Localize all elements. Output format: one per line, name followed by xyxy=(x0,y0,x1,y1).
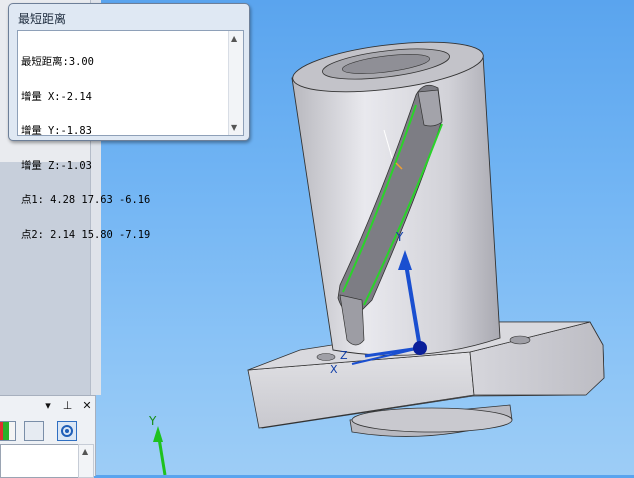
scroll-up-icon[interactable]: ▲ xyxy=(231,34,237,43)
measure-line-dz: 增量 Z:-1.03 xyxy=(21,159,92,172)
docked-panel: ▾ ⊥ ✕ ▲ xyxy=(0,395,96,478)
settings-gear-icon[interactable] xyxy=(57,421,77,441)
dock-toolbar xyxy=(0,421,90,443)
display-manager-icon[interactable] xyxy=(24,421,44,441)
measure-window-title: 最短距离 xyxy=(18,12,67,26)
measure-line-dx: 增量 X:-2.14 xyxy=(21,90,92,103)
dropdown-arrow-icon[interactable]: ▾ xyxy=(40,399,56,412)
dock-scroll-up-icon[interactable]: ▲ xyxy=(82,447,88,456)
pin-icon[interactable]: ⊥ xyxy=(60,399,76,412)
measure-scrollbar[interactable]: ▲ ▼ xyxy=(228,31,243,135)
measure-line-point2: 点2: 2.14 15.80 -7.19 xyxy=(21,228,151,241)
triad-x-label: X xyxy=(330,363,338,376)
scroll-down-icon[interactable]: ▼ xyxy=(231,123,237,132)
graphics-viewport[interactable]: Y Z X Y 最短距离 最短距离:3.00 增量 X:-2.14 增量 Y:-… xyxy=(0,0,634,478)
close-icon[interactable]: ✕ xyxy=(79,399,95,412)
measure-result-window[interactable]: 最短距离 最短距离:3.00 增量 X:-2.14 增量 Y:-1.83 增量 … xyxy=(8,3,250,240)
corner-triad-y-label: Y xyxy=(148,414,157,428)
triad-z-label: Z xyxy=(340,349,348,362)
color-swatch-icon[interactable] xyxy=(0,421,16,441)
dock-scrollbar[interactable]: ▲ xyxy=(78,444,94,478)
triad-y-label: Y xyxy=(395,230,404,244)
measure-line-distance: 最短距离:3.00 xyxy=(21,56,94,68)
dock-panel-controls: ▾ ⊥ ✕ xyxy=(40,399,95,412)
dock-list-area[interactable] xyxy=(0,444,80,478)
measure-line-dy: 增量 Y:-1.83 xyxy=(21,125,92,137)
measure-result-textbox[interactable]: 最短距离:3.00 增量 X:-2.14 增量 Y:-1.83 增量 Z:-1.… xyxy=(17,30,244,240)
measure-line-point1: 点1: 4.28 17.63 -6.16 xyxy=(21,194,151,206)
view-triad-corner: Y xyxy=(148,414,167,475)
measure-result-lines: 最短距离:3.00 增量 X:-2.14 增量 Y:-1.83 增量 Z:-1.… xyxy=(21,34,226,264)
